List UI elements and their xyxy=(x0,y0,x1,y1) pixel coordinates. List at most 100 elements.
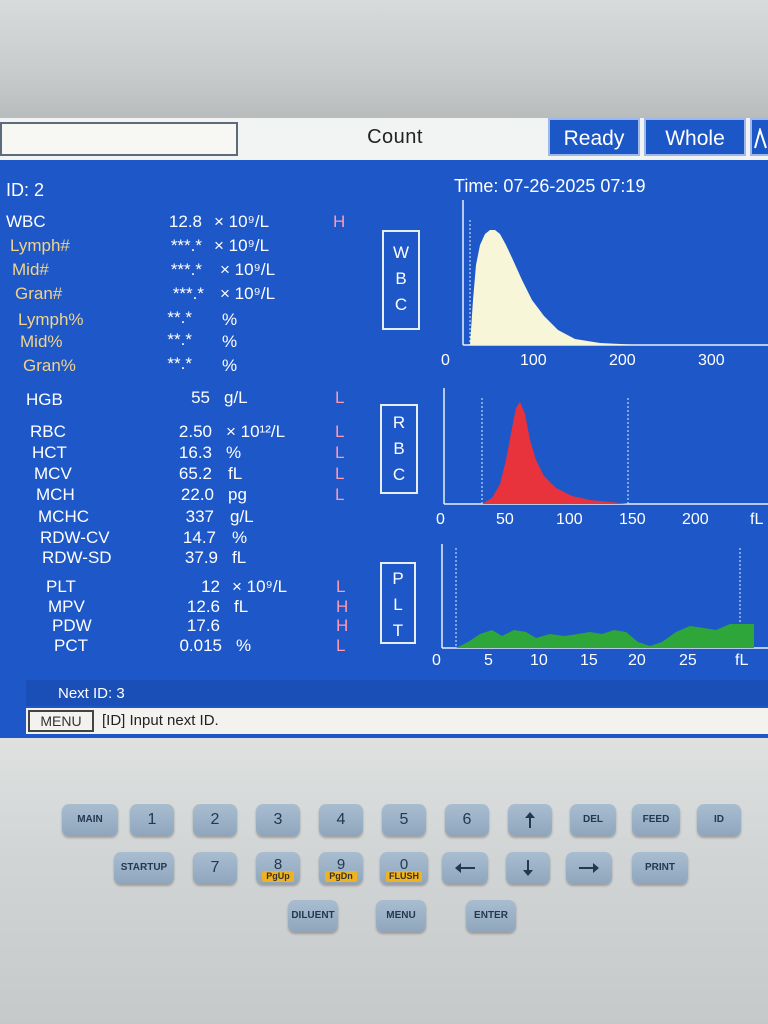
key-1[interactable]: 1 xyxy=(130,804,174,836)
param-name: RDW-CV xyxy=(40,528,110,547)
plt-tick: 20 xyxy=(628,652,646,669)
wbc-tick: 300 xyxy=(698,352,725,369)
id-key[interactable]: ID xyxy=(697,804,741,836)
param-name: Gran# xyxy=(15,284,63,303)
param-value: **.* xyxy=(167,330,192,349)
param-value: 65.2 xyxy=(178,464,212,483)
analyzer-screen: Count Ready Whole ID: 2 Time: 07-26-2025… xyxy=(0,118,768,740)
param-name: MCHC xyxy=(38,507,89,526)
plt-histogram xyxy=(441,544,768,649)
plt-side-label: P L T xyxy=(380,562,416,644)
rbc-histogram-curve xyxy=(482,402,628,504)
param-unit: × 10⁹/L xyxy=(214,236,270,255)
param-name: MPV xyxy=(48,597,85,616)
key-sublabel: PgDn xyxy=(325,871,357,882)
param-value: 14.7 xyxy=(182,528,216,547)
diluent-key[interactable]: DILUENT xyxy=(288,900,338,932)
param-unit: × 10⁹/L xyxy=(214,212,270,231)
plt-tick: 15 xyxy=(580,652,598,669)
param-unit: g/L xyxy=(230,507,254,526)
param-value: **.* xyxy=(167,308,192,327)
down-arrow-key[interactable] xyxy=(506,852,550,884)
menu-button[interactable]: MENU xyxy=(28,710,94,732)
param-value: ***.* xyxy=(170,236,202,255)
wbc-histogram xyxy=(462,200,768,346)
param-unit: × 10⁹/L xyxy=(220,260,276,279)
key-6[interactable]: 6 xyxy=(445,804,489,836)
print-key[interactable]: PRINT xyxy=(632,852,688,884)
param-value: 22.0 xyxy=(180,485,214,504)
key-2[interactable]: 2 xyxy=(193,804,237,836)
key-7[interactable]: 7 xyxy=(193,852,237,884)
param-value: 37.9 xyxy=(184,548,218,567)
side-letter: P xyxy=(392,569,404,588)
feed-key[interactable]: FEED xyxy=(632,804,680,836)
param-name: PCT xyxy=(54,636,88,655)
side-letter: C xyxy=(394,295,408,314)
key-3[interactable]: 3 xyxy=(256,804,300,836)
param-value: ***.* xyxy=(172,284,204,303)
param-unit: × 10⁹/L xyxy=(220,284,276,303)
key-9-pgdn[interactable]: 9 PgDn xyxy=(319,852,363,884)
side-letter: W xyxy=(392,243,410,262)
rbc-tick: 150 xyxy=(619,511,646,528)
side-letter: L xyxy=(393,595,403,614)
param-value: 17.6 xyxy=(186,616,220,635)
screen-title: Count xyxy=(367,126,423,148)
right-arrow-key[interactable] xyxy=(566,852,612,884)
param-name: RDW-SD xyxy=(42,548,112,567)
device-keypad-panel: MAIN 1 2 3 4 5 6 DEL FEED ID STARTUP 7 8… xyxy=(0,738,768,1024)
side-letter: B xyxy=(393,439,405,458)
param-flag: H xyxy=(336,597,349,616)
key-8-pgup[interactable]: 8 PgUp xyxy=(256,852,300,884)
param-name: HCT xyxy=(32,443,67,462)
right-arrow-icon xyxy=(579,863,599,873)
param-unit: pg xyxy=(228,485,247,504)
up-arrow-key[interactable] xyxy=(508,804,552,836)
param-unit: % xyxy=(236,636,252,655)
plt-tick: 0 xyxy=(432,652,441,669)
rbc-tick: fL xyxy=(750,511,764,528)
sample-id: ID: 2 xyxy=(6,180,45,200)
param-value: 55 xyxy=(191,388,210,407)
param-value: 337 xyxy=(185,507,214,526)
startup-key[interactable]: STARTUP xyxy=(114,852,174,884)
param-flag: L xyxy=(335,422,345,441)
top-input-box[interactable] xyxy=(0,122,238,156)
rbc-tick: 0 xyxy=(436,511,445,528)
left-arrow-key[interactable] xyxy=(442,852,488,884)
left-arrow-icon xyxy=(455,863,475,873)
param-unit: % xyxy=(222,310,238,329)
param-flag: H xyxy=(333,212,346,231)
waveform-icon xyxy=(750,118,768,156)
key-5[interactable]: 5 xyxy=(382,804,426,836)
param-name: RBC xyxy=(30,422,66,441)
whole-blood-mode[interactable]: Whole xyxy=(644,118,746,156)
up-arrow-icon xyxy=(525,812,535,828)
key-0-flush[interactable]: 0 FLUSH xyxy=(380,852,428,884)
param-name: PDW xyxy=(52,616,92,635)
rbc-tick: 50 xyxy=(496,511,514,528)
menu-key[interactable]: MENU xyxy=(376,900,426,932)
wbc-tick: 100 xyxy=(520,352,547,369)
param-name: WBC xyxy=(6,212,46,231)
param-value: 12 xyxy=(201,577,220,596)
del-key[interactable]: DEL xyxy=(570,804,616,836)
param-flag: L xyxy=(335,485,345,504)
param-unit: % xyxy=(232,528,248,547)
param-name: MCH xyxy=(36,485,75,504)
key-4[interactable]: 4 xyxy=(319,804,363,836)
param-name: Lymph% xyxy=(18,310,84,329)
param-unit: × 10⁹/L xyxy=(232,577,288,596)
plt-tick: fL xyxy=(735,652,749,669)
main-key[interactable]: MAIN xyxy=(62,804,118,836)
wbc-tick: 200 xyxy=(609,352,636,369)
key-sublabel: FLUSH xyxy=(386,871,422,882)
param-unit: % xyxy=(226,443,242,462)
enter-key[interactable]: ENTER xyxy=(466,900,516,932)
param-name: Gran% xyxy=(23,356,76,375)
param-flag: L xyxy=(335,443,345,462)
ready-status: Ready xyxy=(548,118,640,156)
down-arrow-icon xyxy=(523,860,533,876)
rbc-tick: 100 xyxy=(556,511,583,528)
